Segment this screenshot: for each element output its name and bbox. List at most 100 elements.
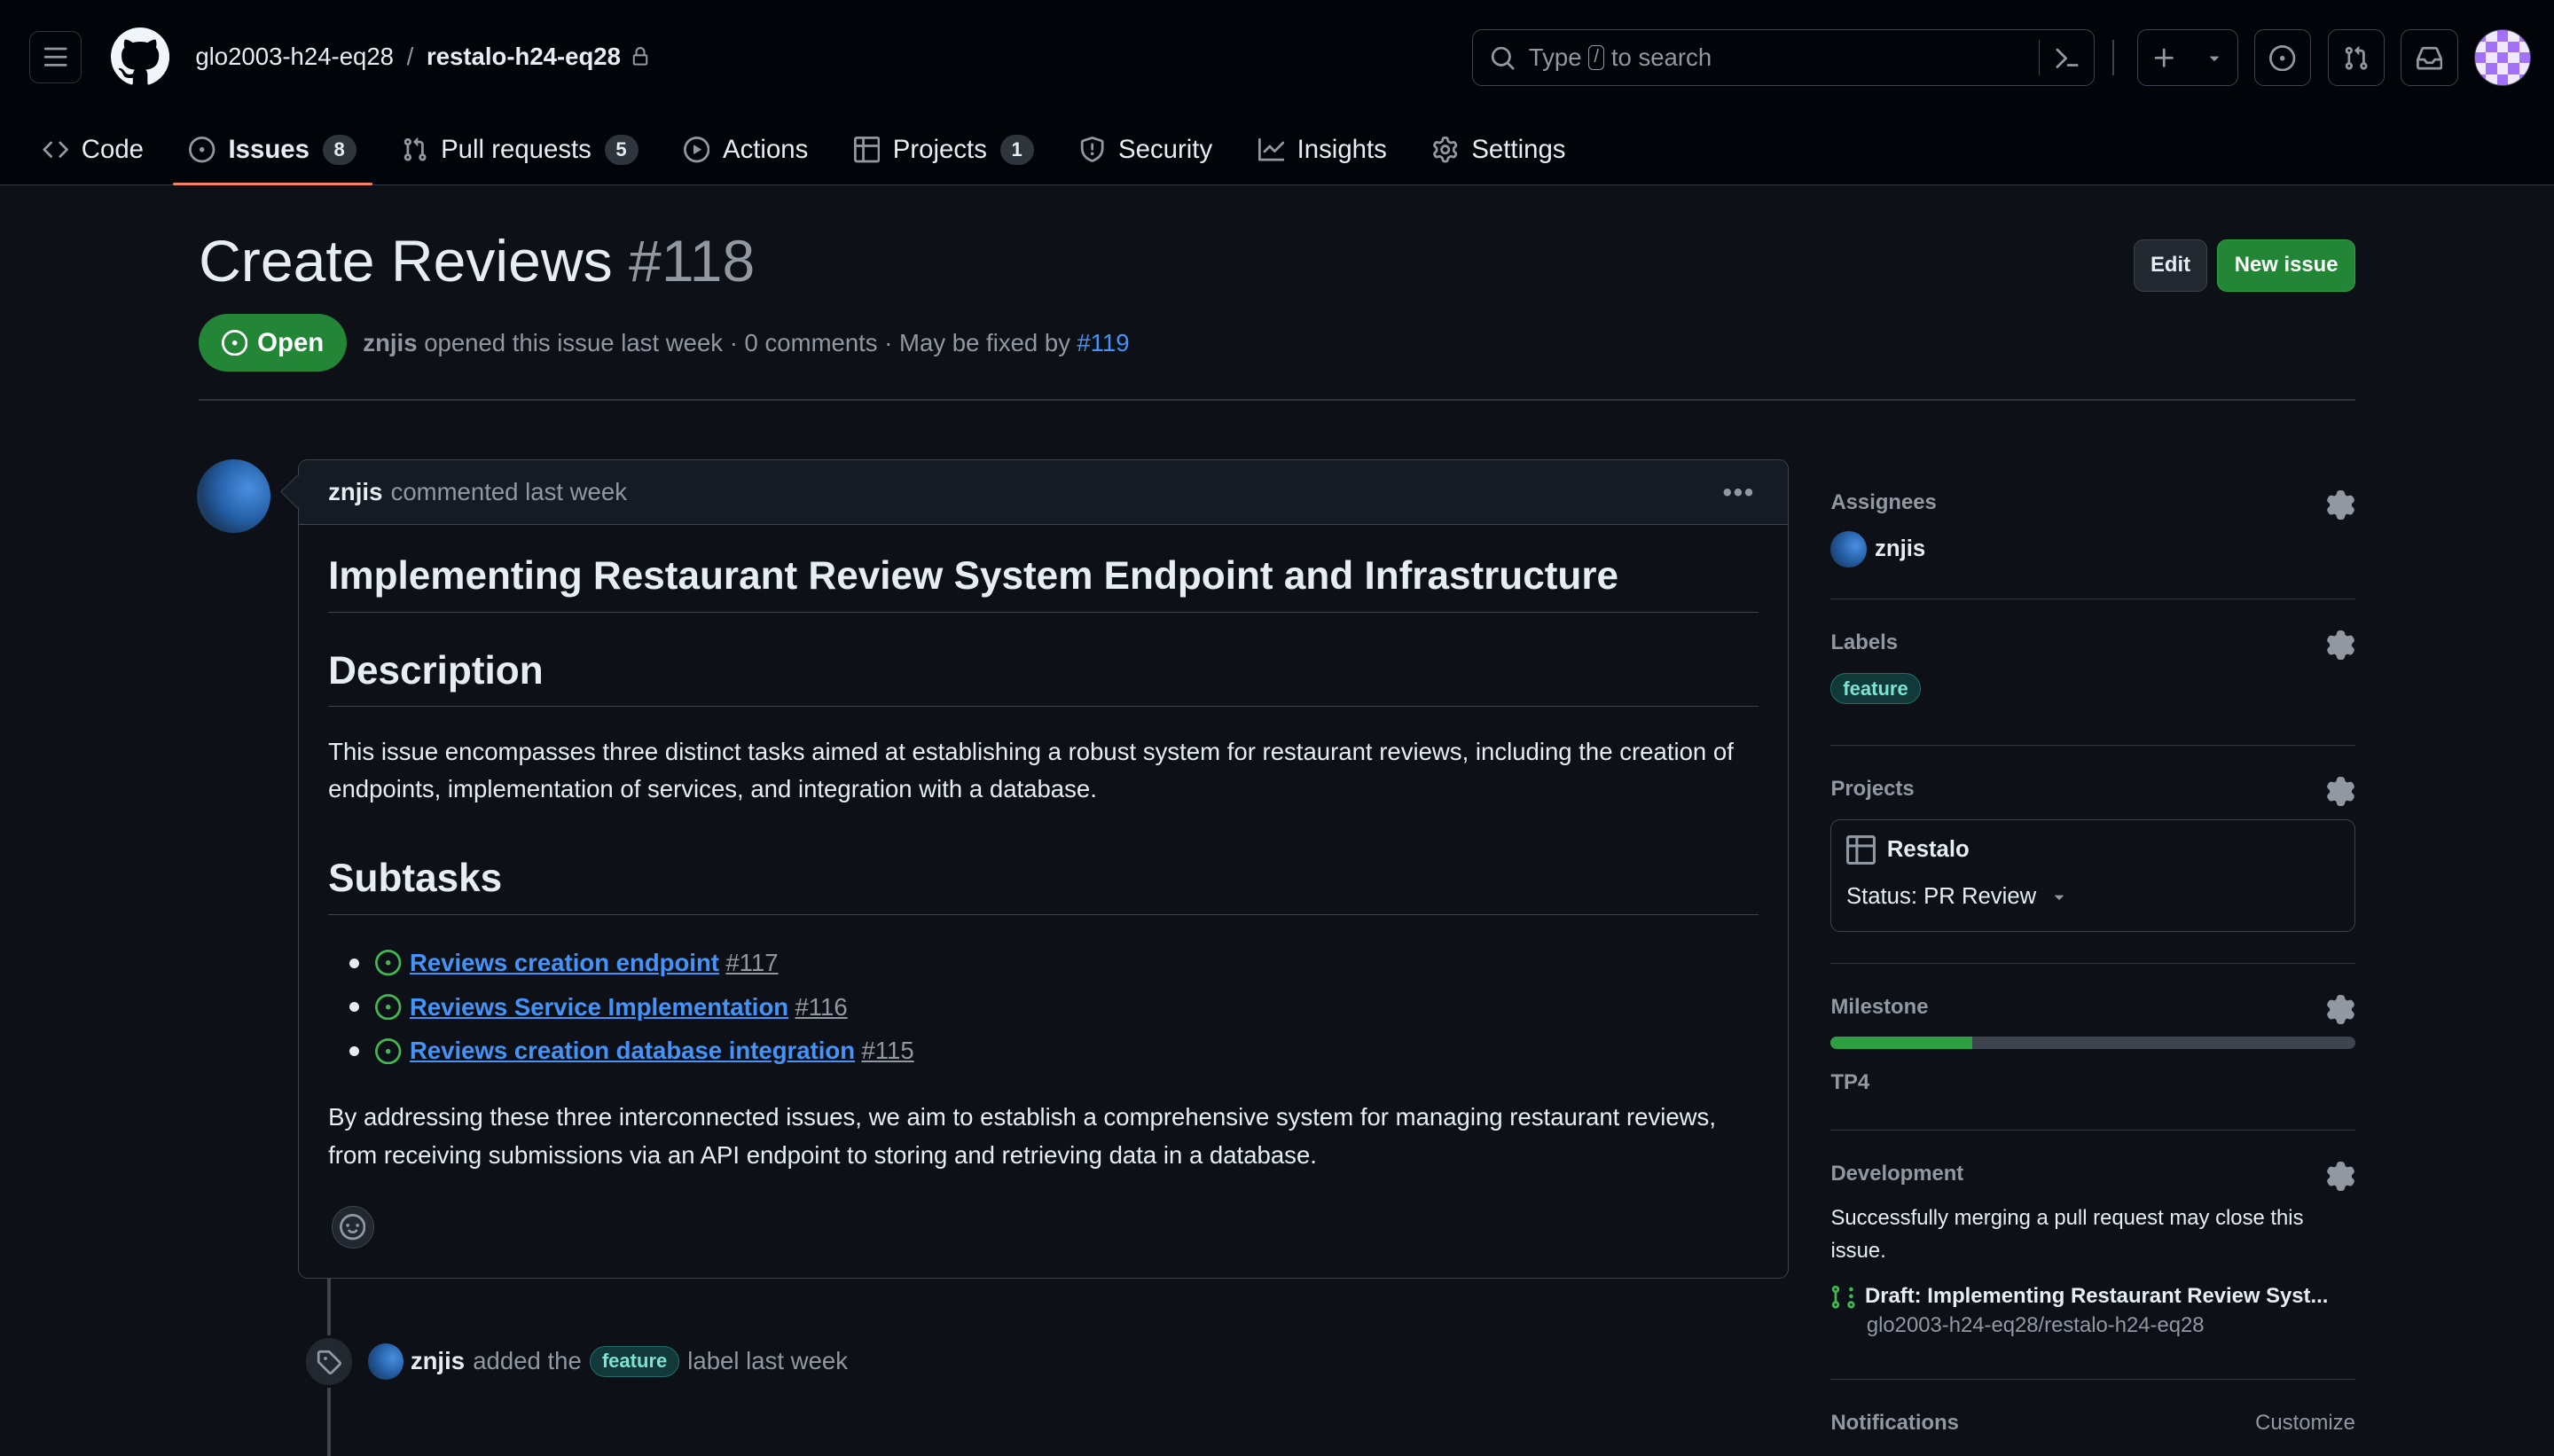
tab-issues[interactable]: Issues 8 [173,114,373,186]
issues-shortcut-icon[interactable] [2254,29,2312,87]
issue-comment: znjis commented last week ••• Implementi… [298,458,1789,1279]
tab-settings[interactable]: Settings [1416,114,1582,186]
linked-pr-link[interactable]: #119 [1077,329,1129,357]
header-tools [2106,29,2532,87]
issue-author-link[interactable]: znjis [363,329,417,357]
avatar[interactable] [197,458,270,533]
tab-pull-requests[interactable]: Pull requests 5 [386,114,654,186]
plus-icon [2154,48,2174,67]
comment-body: Implementing Restaurant Review System En… [299,525,1788,1174]
tab-label: Security [1118,134,1213,164]
event-actor-link[interactable]: znjis [411,1347,465,1375]
issue-meta: Open znjis opened this issue last week ·… [199,314,1130,372]
notifications-section: Notifications Customize [1830,1380,2354,1436]
event-text-after: label last week [687,1347,848,1375]
bullet [349,958,360,968]
git-pull-request-icon [403,137,427,161]
milestone-name[interactable]: TP4 [1830,1070,2354,1095]
search-input[interactable]: Type / to search [1472,29,2095,87]
tab-code[interactable]: Code [26,114,160,186]
tab-counter: 8 [322,135,356,165]
breadcrumb-owner[interactable]: glo2003-h24-eq28 [195,43,394,71]
triangle-down-icon [2054,895,2064,901]
tab-label: Projects [892,134,987,164]
shield-icon [1080,137,1104,163]
github-logo-icon[interactable] [110,27,169,86]
gear-icon[interactable] [2326,777,2355,807]
issue-title: Create Reviews [199,229,613,295]
issue-number: #118 [629,229,756,295]
breadcrumb-separator: / [406,43,414,71]
list-item: Reviews creation endpoint #117 [328,941,1758,985]
subtask-list: Reviews creation endpoint #117 Reviews S… [328,941,1758,1073]
tab-projects[interactable]: Projects 1 [837,114,1050,186]
tab-actions[interactable]: Actions [668,114,825,186]
subtask-link[interactable]: Reviews creation database integration [410,1029,855,1073]
linked-pull-request[interactable]: Draft: Implementing Restaurant Review Sy… [1830,1284,2354,1310]
subtask-number[interactable]: #115 [861,1029,913,1073]
edit-button[interactable]: Edit [2133,239,2208,292]
label-badge[interactable]: feature [589,1345,680,1378]
development-heading: Development [1830,1161,1964,1186]
gear-icon[interactable] [2326,630,2355,660]
app-header: glo2003-h24-eq28 / restalo-h24-eq28 Type… [0,0,2554,186]
play-icon [683,137,710,163]
search-shortcut-key: / [1587,45,1605,71]
inbox-icon[interactable] [2401,29,2458,87]
tab-insights[interactable]: Insights [1242,114,1403,186]
gear-icon[interactable] [2326,995,2355,1025]
closing-text: By addressing these three interconnected… [328,1103,1716,1169]
pull-requests-shortcut-icon[interactable] [2327,29,2385,87]
breadcrumb-repo[interactable]: restalo-h24-eq28 [427,43,621,71]
create-new-button[interactable] [2136,29,2238,87]
avatar[interactable] [368,1343,404,1380]
label-badge[interactable]: feature [1830,672,1921,705]
header-divider [199,398,2355,401]
notifications-heading: Notifications [1830,1410,1959,1435]
comment-timestamp[interactable]: commented last week [391,478,627,506]
tab-security[interactable]: Security [1063,114,1229,186]
graph-icon [1257,138,1284,161]
subtask-number[interactable]: #116 [795,985,847,1029]
assignee-item[interactable]: znjis [1830,531,2354,568]
customize-link[interactable]: Customize [2255,1411,2355,1436]
search-placeholder-prefix: Type [1528,43,1582,72]
smiley-icon[interactable] [331,1206,374,1249]
project-status-dropdown[interactable]: Status: PR Review [1846,884,2339,910]
gear-icon [1433,137,1458,163]
milestone-progress-bar [1830,1036,2355,1050]
issue-opened-icon [221,329,248,356]
subtasks-heading: Subtasks [328,857,1759,915]
search-icon [1491,46,1515,70]
gear-icon[interactable] [2326,1161,2355,1191]
tab-label: Code [81,134,145,164]
project-title[interactable]: Restalo [1845,834,2339,865]
issue-opened-icon [375,1037,402,1064]
user-avatar[interactable] [2473,29,2532,87]
subtask-link[interactable]: Reviews creation endpoint [410,941,719,985]
command-palette-icon[interactable] [2038,40,2094,76]
project-name: Restalo [1886,836,1970,862]
kebab-horizontal-icon[interactable]: ••• [1723,478,1755,508]
linked-pr-repo: glo2003-h24-eq28/restalo-h24-eq28 [1866,1312,2205,1337]
comment-author-link[interactable]: znjis [328,478,382,506]
subtask-number[interactable]: #117 [725,941,778,985]
issue-opened-icon [189,137,215,163]
tab-label: Settings [1471,134,1566,164]
new-issue-button[interactable]: New issue [2217,239,2355,292]
menu-icon[interactable] [29,30,82,83]
breadcrumb: glo2003-h24-eq28 / restalo-h24-eq28 [195,43,650,71]
issue-opened-icon [375,950,402,976]
issue-sidebar: Assignees znjis Labels feature Projects … [1830,459,2355,1436]
repo-tabs: Code Issues 8 Pull requests 5 Actions Pr… [26,114,1594,186]
code-icon [43,141,68,159]
gear-icon[interactable] [2326,489,2355,520]
subtask-link[interactable]: Reviews Service Implementation [410,985,788,1029]
issue-meta-text: opened this issue last week · 0 comments… [424,328,1070,356]
assignees-section: Assignees znjis [1830,459,2355,599]
milestone-progress-fill [1830,1036,1973,1050]
list-item: Reviews creation database integration #1… [328,1029,1758,1073]
status-badge: Open [199,314,347,372]
projects-heading: Projects [1830,777,1915,802]
header-divider [2112,39,2115,76]
